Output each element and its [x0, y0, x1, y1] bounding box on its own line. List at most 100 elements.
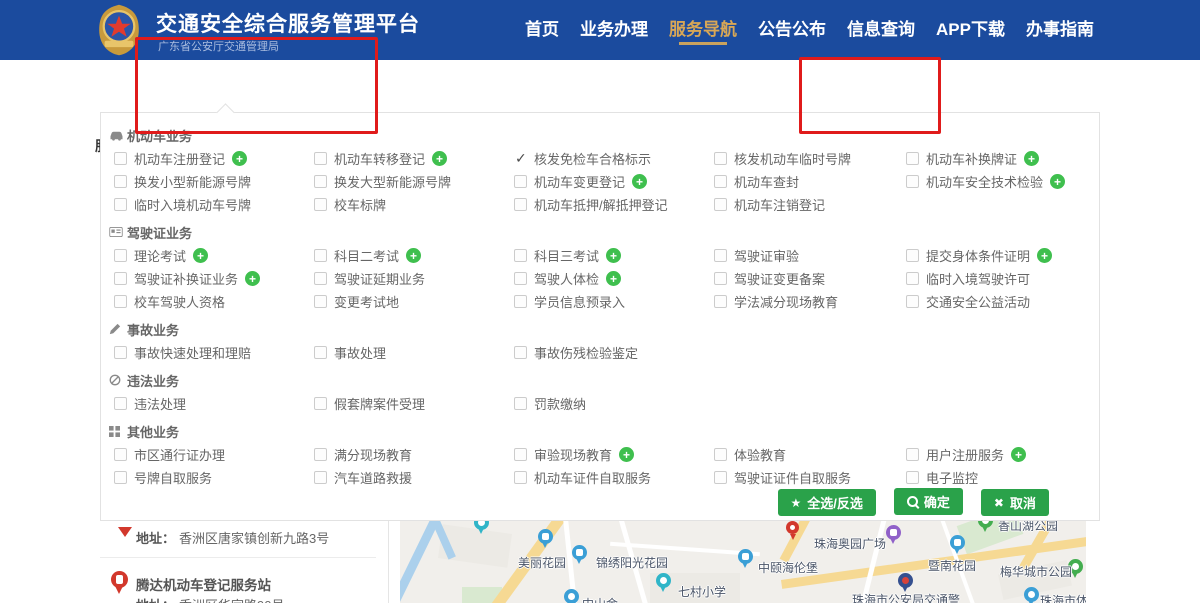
service-checkbox[interactable]: 事故伤残检验鉴定: [514, 341, 714, 364]
service-checkbox[interactable]: 核发机动车临时号牌: [714, 147, 906, 170]
results-list[interactable]: 地址：香洲区唐家镇创新九路3号 腾达机动车登记服务站 地址：香洲区华宇路90号: [100, 521, 389, 603]
checkbox-unchecked-icon[interactable]: [114, 249, 127, 262]
checkbox-unchecked-icon[interactable]: [906, 272, 919, 285]
confirm-button[interactable]: 确定: [894, 488, 963, 515]
service-checkbox[interactable]: 科目二考试: [314, 244, 514, 267]
checkbox-unchecked-icon[interactable]: [714, 272, 727, 285]
service-checkbox[interactable]: 机动车抵押/解抵押登记: [514, 193, 714, 216]
plus-icon[interactable]: [606, 248, 621, 263]
plus-icon[interactable]: [1011, 447, 1026, 462]
nav-item[interactable]: 信息查询: [847, 0, 915, 60]
service-checkbox[interactable]: 事故处理: [314, 341, 514, 364]
checkbox-unchecked-icon[interactable]: [906, 249, 919, 262]
checkbox-unchecked-icon[interactable]: [314, 152, 327, 165]
checkbox-unchecked-icon[interactable]: [714, 471, 727, 484]
service-checkbox[interactable]: 汽车道路救援: [314, 466, 514, 489]
checkbox-unchecked-icon[interactable]: [314, 175, 327, 188]
service-checkbox[interactable]: 假套牌案件受理: [314, 392, 514, 415]
checkbox-unchecked-icon[interactable]: [114, 295, 127, 308]
checkbox-unchecked-icon[interactable]: [514, 397, 527, 410]
service-checkbox[interactable]: 满分现场教育: [314, 443, 514, 466]
nav-item[interactable]: 办事指南: [1026, 0, 1094, 60]
plus-icon[interactable]: [619, 447, 634, 462]
checkbox-unchecked-icon[interactable]: [514, 471, 527, 484]
checkbox-unchecked-icon[interactable]: [314, 397, 327, 410]
nav-item[interactable]: 首页: [525, 0, 559, 60]
service-checkbox[interactable]: 审验现场教育: [514, 443, 714, 466]
plus-icon[interactable]: [406, 248, 421, 263]
checkbox-unchecked-icon[interactable]: [514, 346, 527, 359]
service-checkbox[interactable]: 驾驶人体检: [514, 267, 714, 290]
plus-icon[interactable]: [606, 271, 621, 286]
service-checkbox[interactable]: 校车标牌: [314, 193, 514, 216]
service-checkbox[interactable]: 变更考试地: [314, 290, 514, 313]
nav-item[interactable]: APP下载: [936, 0, 1005, 60]
service-checkbox[interactable]: 机动车变更登记: [514, 170, 714, 193]
checkbox-unchecked-icon[interactable]: [906, 152, 919, 165]
service-checkbox[interactable]: 机动车注册登记: [114, 147, 314, 170]
checkbox-unchecked-icon[interactable]: [714, 295, 727, 308]
checkbox-unchecked-icon[interactable]: [714, 249, 727, 262]
service-checkbox[interactable]: 校车驾驶人资格: [114, 290, 314, 313]
checkbox-unchecked-icon[interactable]: [314, 272, 327, 285]
checkbox-unchecked-icon[interactable]: [314, 471, 327, 484]
service-checkbox[interactable]: 换发大型新能源号牌: [314, 170, 514, 193]
checkbox-unchecked-icon[interactable]: [114, 198, 127, 211]
checkbox-unchecked-icon[interactable]: [314, 448, 327, 461]
checkbox-unchecked-icon[interactable]: [906, 448, 919, 461]
checkbox-unchecked-icon[interactable]: [314, 295, 327, 308]
checkbox-unchecked-icon[interactable]: [514, 448, 527, 461]
checkbox-unchecked-icon[interactable]: [514, 272, 527, 285]
service-checkbox[interactable]: 体验教育: [714, 443, 906, 466]
service-checkbox[interactable]: 提交身体条件证明: [906, 244, 1099, 267]
checkbox-unchecked-icon[interactable]: [714, 175, 727, 188]
result-station-name[interactable]: 腾达机动车登记服务站: [136, 574, 271, 594]
service-checkbox[interactable]: 机动车补换牌证: [906, 147, 1099, 170]
checkbox-unchecked-icon[interactable]: [114, 471, 127, 484]
checkbox-unchecked-icon[interactable]: [314, 198, 327, 211]
checkbox-unchecked-icon[interactable]: [906, 175, 919, 188]
nav-item[interactable]: 服务导航: [669, 0, 737, 60]
service-checkbox[interactable]: 机动车安全技术检验: [906, 170, 1099, 193]
service-checkbox[interactable]: 换发小型新能源号牌: [114, 170, 314, 193]
checkbox-unchecked-icon[interactable]: [714, 152, 727, 165]
service-checkbox[interactable]: 驾驶证审验: [714, 244, 906, 267]
checkbox-unchecked-icon[interactable]: [714, 198, 727, 211]
checkbox-unchecked-icon[interactable]: [906, 295, 919, 308]
checkbox-unchecked-icon[interactable]: [514, 175, 527, 188]
service-checkbox[interactable]: 机动车查封: [714, 170, 906, 193]
service-checkbox[interactable]: 机动车注销登记: [714, 193, 906, 216]
service-checkbox[interactable]: 事故快速处理和理赔: [114, 341, 314, 364]
checkbox-unchecked-icon[interactable]: [514, 198, 527, 211]
service-checkbox[interactable]: 驾驶证变更备案: [714, 267, 906, 290]
plus-icon[interactable]: [1050, 174, 1065, 189]
service-checkbox[interactable]: 学法减分现场教育: [714, 290, 906, 313]
service-checkbox[interactable]: 罚款缴纳: [514, 392, 714, 415]
service-checkbox[interactable]: 用户注册服务: [906, 443, 1099, 466]
service-checkbox[interactable]: 号牌自取服务: [114, 466, 314, 489]
service-checkbox[interactable]: 驾驶证延期业务: [314, 267, 514, 290]
service-checkbox[interactable]: 学员信息预录入: [514, 290, 714, 313]
checkbox-unchecked-icon[interactable]: [906, 471, 919, 484]
plus-icon[interactable]: [245, 271, 260, 286]
service-checkbox[interactable]: 电子监控: [906, 466, 1099, 489]
checkbox-unchecked-icon[interactable]: [514, 295, 527, 308]
nav-item[interactable]: 公告公布: [758, 0, 826, 60]
nav-item[interactable]: 业务办理: [580, 0, 648, 60]
plus-icon[interactable]: [1037, 248, 1052, 263]
checkbox-unchecked-icon[interactable]: [114, 272, 127, 285]
cancel-button[interactable]: ✖取消: [981, 489, 1049, 516]
plus-icon[interactable]: [632, 174, 647, 189]
checkbox-unchecked-icon[interactable]: [514, 249, 527, 262]
checkbox-unchecked-icon[interactable]: [314, 249, 327, 262]
checkbox-unchecked-icon[interactable]: [114, 175, 127, 188]
plus-icon[interactable]: [232, 151, 247, 166]
plus-icon[interactable]: [432, 151, 447, 166]
plus-icon[interactable]: [193, 248, 208, 263]
service-checkbox[interactable]: 交通安全公益活动: [906, 290, 1099, 313]
service-checkbox[interactable]: 违法处理: [114, 392, 314, 415]
checkbox-unchecked-icon[interactable]: [114, 346, 127, 359]
service-checkbox[interactable]: 理论考试: [114, 244, 314, 267]
service-checkbox[interactable]: 科目三考试: [514, 244, 714, 267]
service-checkbox[interactable]: 机动车转移登记: [314, 147, 514, 170]
